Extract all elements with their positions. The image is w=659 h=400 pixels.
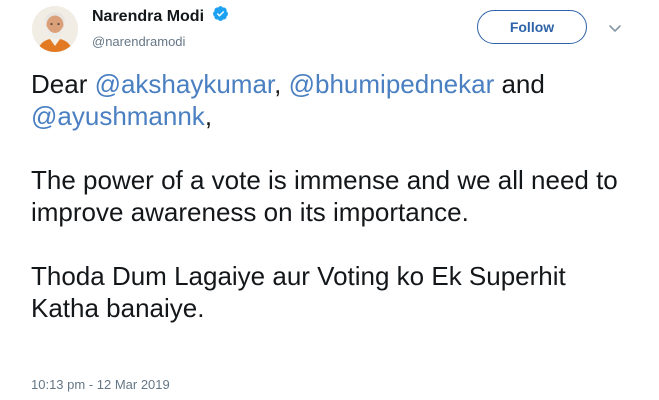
comma-text: ,	[204, 101, 213, 131]
tweet-paragraph-mentions: Dear @akshaykumar, @bhumipednekar and @ay…	[31, 68, 631, 132]
user-avatar-photo-icon	[32, 6, 78, 52]
mention-ayushmannk[interactable]: @ayushmannk	[31, 101, 205, 131]
chevron-down-icon[interactable]	[605, 18, 625, 38]
greeting-text: Dear	[31, 69, 95, 99]
follow-button[interactable]: Follow	[477, 10, 587, 44]
mention-separator: ,	[274, 69, 289, 99]
tweet-text: Dear @akshaykumar, @bhumipednekar and @ay…	[31, 68, 631, 324]
avatar[interactable]	[32, 6, 78, 52]
mention-bhumipednekar[interactable]: @bhumipednekar	[289, 69, 495, 99]
user-info: Narendra Modi @narendramodi	[92, 6, 229, 51]
conjunction-text: and	[494, 69, 545, 99]
display-name[interactable]: Narendra Modi	[92, 6, 204, 28]
user-handle[interactable]: @narendramodi	[92, 33, 229, 51]
tweet-timestamp[interactable]: 10:13 pm - 12 Mar 2019	[31, 376, 170, 394]
tweet-card: Narendra Modi @narendramodi Follow Dear …	[0, 0, 659, 400]
mention-akshaykumar[interactable]: @akshaykumar	[95, 69, 275, 99]
verified-badge-icon	[212, 5, 229, 27]
tweet-paragraph-slogan: Thoda Dum Lagaiye aur Voting ko Ek Super…	[31, 261, 566, 323]
tweet-paragraph-vote: The power of a vote is immense and we al…	[31, 165, 618, 227]
